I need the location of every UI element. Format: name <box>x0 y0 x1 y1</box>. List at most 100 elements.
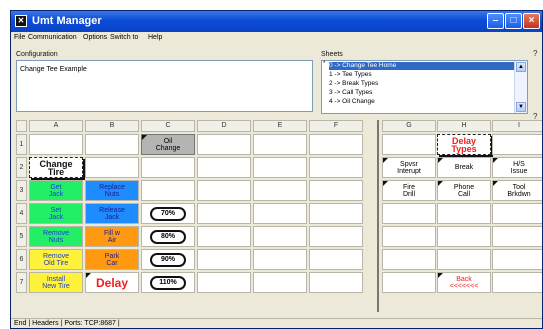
empty-grid-cell[interactable] <box>309 180 363 201</box>
empty-grid-cell[interactable] <box>253 249 307 270</box>
action-button-a5[interactable]: Remove Nuts <box>29 226 83 247</box>
empty-grid-cell[interactable] <box>382 272 436 293</box>
configuration-text-box[interactable]: Change Tee Example <box>16 60 313 112</box>
empty-grid-cell[interactable] <box>253 157 307 178</box>
empty-grid-cell[interactable] <box>197 249 251 270</box>
empty-grid-cell[interactable] <box>141 157 195 178</box>
scroll-down-button[interactable]: ▼ <box>516 102 526 112</box>
maximize-button[interactable]: □ <box>505 13 522 29</box>
empty-grid-cell[interactable] <box>382 249 436 270</box>
empty-grid-cell[interactable] <box>253 272 307 293</box>
empty-grid-cell[interactable] <box>85 134 139 155</box>
column-header[interactable]: A <box>29 120 83 132</box>
action-button-a7[interactable]: Install New Tire <box>29 272 83 293</box>
empty-grid-cell[interactable] <box>197 272 251 293</box>
menu-file[interactable]: File <box>14 34 25 41</box>
sheet-item[interactable]: 3 -> Call Types <box>329 89 519 97</box>
column-header[interactable]: C <box>141 120 195 132</box>
action-button-a6[interactable]: Remove Old Tire <box>29 249 83 270</box>
column-header[interactable]: D <box>197 120 251 132</box>
sheet-item[interactable]: 1 -> Tee Types <box>329 71 519 79</box>
action-button-a4[interactable]: Set Jack <box>29 203 83 224</box>
row-header[interactable]: 3 <box>16 180 27 201</box>
row-header[interactable]: 4 <box>16 203 27 224</box>
empty-grid-cell[interactable] <box>492 203 542 224</box>
empty-grid-cell[interactable] <box>437 249 491 270</box>
column-header[interactable]: I <box>492 120 542 132</box>
empty-grid-cell[interactable] <box>141 180 195 201</box>
column-header[interactable]: G <box>382 120 436 132</box>
action-button-c7[interactable]: 110% <box>141 272 195 293</box>
empty-grid-cell[interactable] <box>253 134 307 155</box>
empty-grid-cell[interactable] <box>85 157 139 178</box>
action-button-c1[interactable]: Oil Change <box>141 134 195 155</box>
sheet-item[interactable]: 2 -> Break Types <box>329 80 519 88</box>
close-button[interactable]: × <box>523 13 540 29</box>
action-button-b6[interactable]: Park Car <box>85 249 139 270</box>
empty-grid-cell[interactable] <box>253 180 307 201</box>
empty-grid-cell[interactable] <box>197 203 251 224</box>
empty-grid-cell[interactable] <box>309 272 363 293</box>
empty-grid-cell[interactable] <box>492 134 542 155</box>
empty-grid-cell[interactable] <box>492 226 542 247</box>
empty-grid-cell[interactable] <box>197 134 251 155</box>
action-button-g3[interactable]: Fire Drill <box>382 180 436 201</box>
action-button-h7[interactable]: Back <<<<<<< <box>437 272 491 293</box>
empty-grid-cell[interactable] <box>309 134 363 155</box>
row-header[interactable]: 6 <box>16 249 27 270</box>
empty-grid-cell[interactable] <box>197 226 251 247</box>
action-button-b3[interactable]: Replace Nuts <box>85 180 139 201</box>
sheet-item[interactable]: 4 -> Oil Change <box>329 98 519 106</box>
action-button-h2[interactable]: Break <box>437 157 491 178</box>
row-header[interactable]: 2 <box>16 157 27 178</box>
menu-help[interactable]: Help <box>148 34 162 41</box>
column-header[interactable]: E <box>253 120 307 132</box>
action-button-i3[interactable]: Tool Brkdwn <box>492 180 542 201</box>
empty-grid-cell[interactable] <box>309 249 363 270</box>
action-button-b5[interactable]: Fill w Air <box>85 226 139 247</box>
column-header[interactable]: H <box>437 120 491 132</box>
sheet-item[interactable]: 0 -> Change Tee Home <box>329 62 519 70</box>
action-button-h3[interactable]: Phone Call <box>437 180 491 201</box>
empty-grid-cell[interactable] <box>309 226 363 247</box>
grid-help-icon[interactable]: ? <box>533 112 537 121</box>
minimize-button[interactable]: – <box>487 13 504 29</box>
row-header[interactable]: 7 <box>16 272 27 293</box>
empty-grid-cell[interactable] <box>492 249 542 270</box>
empty-grid-cell[interactable] <box>492 272 542 293</box>
action-button-h1[interactable]: Delay Types <box>437 134 491 155</box>
empty-grid-cell[interactable] <box>309 157 363 178</box>
title-bar[interactable]: ✕ Umt Manager – □ × <box>11 11 542 32</box>
empty-grid-cell[interactable] <box>437 226 491 247</box>
help-icon[interactable]: ? <box>533 49 537 58</box>
empty-grid-cell[interactable] <box>382 203 436 224</box>
row-header[interactable]: 1 <box>16 134 27 155</box>
menu-switch-to[interactable]: Switch to <box>110 34 138 41</box>
action-button-c4[interactable]: 70% <box>141 203 195 224</box>
sheets-list[interactable]: * 0 -> Change Tee Home 1 -> Tee Types 2 … <box>321 60 528 114</box>
action-button-c5[interactable]: 80% <box>141 226 195 247</box>
empty-grid-cell[interactable] <box>437 203 491 224</box>
scroll-up-button[interactable]: ▲ <box>516 62 526 72</box>
action-button-c6[interactable]: 90% <box>141 249 195 270</box>
sheets-scrollbar[interactable]: ▲ ▼ <box>514 61 527 113</box>
empty-grid-cell[interactable] <box>253 203 307 224</box>
row-header[interactable]: 5 <box>16 226 27 247</box>
action-button-b4[interactable]: Release Jack <box>85 203 139 224</box>
action-button-b7[interactable]: Delay <box>85 272 139 293</box>
empty-grid-cell[interactable] <box>197 157 251 178</box>
empty-grid-cell[interactable] <box>253 226 307 247</box>
menu-communication[interactable]: Communication <box>28 34 77 41</box>
action-button-a2[interactable]: Change Tire <box>29 157 83 178</box>
action-button-a3[interactable]: Get Jack <box>29 180 83 201</box>
empty-grid-cell[interactable] <box>382 134 436 155</box>
column-header[interactable]: B <box>85 120 139 132</box>
action-button-g2[interactable]: Spvsr Interupt <box>382 157 436 178</box>
empty-grid-cell[interactable] <box>309 203 363 224</box>
empty-grid-cell[interactable] <box>29 134 83 155</box>
empty-grid-cell[interactable] <box>197 180 251 201</box>
menu-options[interactable]: Options <box>83 34 107 41</box>
action-button-i2[interactable]: H/S Issue <box>492 157 542 178</box>
empty-grid-cell[interactable] <box>382 226 436 247</box>
column-header[interactable]: F <box>309 120 363 132</box>
